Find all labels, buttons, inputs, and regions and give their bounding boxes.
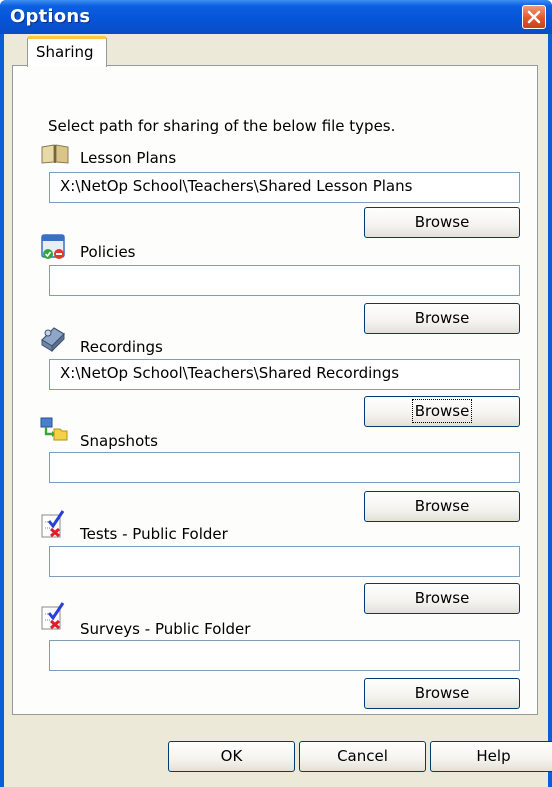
browse-label: Browse — [414, 589, 470, 607]
description-text: Select path for sharing of the below fil… — [48, 117, 396, 135]
tests-label: Tests - Public Folder — [80, 525, 228, 543]
browse-label: Browse — [414, 684, 470, 702]
recordings-path-field[interactable]: X:\NetOp School\Teachers\Shared Recordin… — [49, 359, 520, 390]
lesson-plans-path-field[interactable]: X:\NetOp School\Teachers\Shared Lesson P… — [49, 172, 520, 203]
ok-button[interactable]: OK — [168, 741, 295, 772]
snapshot-icon — [40, 417, 68, 441]
cancel-button[interactable]: Cancel — [299, 741, 426, 772]
tests-path-field[interactable] — [49, 546, 520, 577]
survey-checklist-icon — [41, 602, 65, 630]
policy-icon — [41, 234, 65, 259]
snapshots-label: Snapshots — [80, 432, 158, 450]
browse-label: Browse — [414, 497, 470, 515]
lesson-plans-browse-button[interactable]: Browse — [364, 207, 520, 238]
recordings-browse-button[interactable]: Browse — [364, 396, 520, 427]
tests-browse-button[interactable]: Browse — [364, 583, 520, 614]
surveys-path-field[interactable] — [49, 640, 520, 671]
browse-label: Browse — [414, 309, 470, 327]
test-checklist-icon — [41, 510, 65, 538]
browse-label: Browse — [411, 399, 473, 423]
recordings-label: Recordings — [80, 338, 163, 356]
policies-label: Policies — [80, 243, 136, 261]
tab-sharing[interactable]: Sharing — [27, 36, 107, 67]
browse-label: Browse — [414, 213, 470, 231]
window-title: Options — [10, 6, 91, 27]
book-icon — [41, 144, 69, 164]
close-icon — [527, 10, 541, 24]
policies-path-field[interactable] — [49, 265, 520, 296]
tab-sharing-label: Sharing — [36, 43, 94, 61]
policies-browse-button[interactable]: Browse — [364, 303, 520, 334]
surveys-label: Surveys - Public Folder — [80, 620, 251, 638]
snapshots-path-field[interactable] — [49, 452, 520, 483]
help-button[interactable]: Help — [430, 741, 552, 772]
snapshots-browse-button[interactable]: Browse — [364, 491, 520, 522]
title-bar[interactable]: Options — [0, 0, 552, 34]
lesson-plans-label: Lesson Plans — [80, 149, 177, 167]
surveys-browse-button[interactable]: Browse — [364, 678, 520, 709]
video-camera-icon — [41, 327, 65, 352]
close-button[interactable] — [522, 5, 546, 29]
